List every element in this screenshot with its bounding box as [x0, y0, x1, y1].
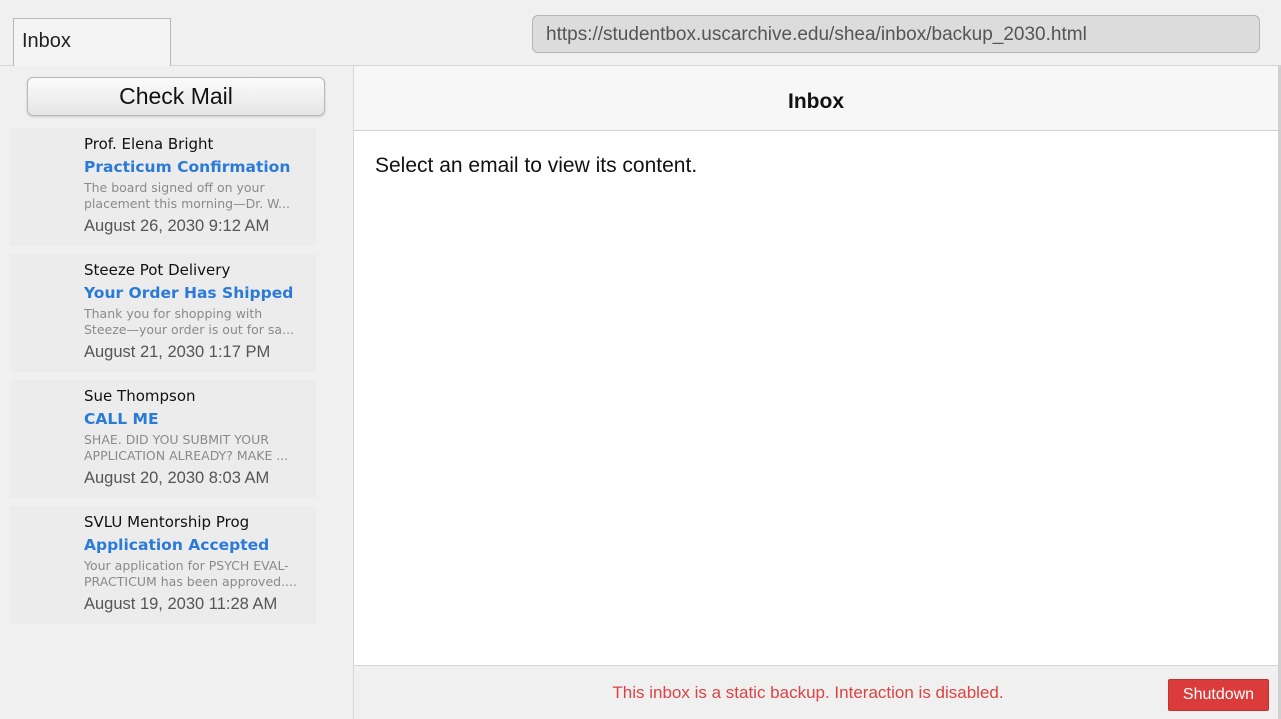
email-preview-line: placement this morning—Dr. W...: [84, 196, 290, 211]
email-preview-line: Thank you for shopping with: [84, 306, 263, 321]
email-date: August 21, 2030 1:17 PM: [84, 343, 271, 361]
sidebar: Check Mail Prof. Elena Bright Practicum …: [0, 66, 354, 719]
email-preview: Your application for PSYCH EVAL- PRACTIC…: [84, 558, 314, 590]
email-preview-line: Steeze—your order is out for sa...: [84, 322, 295, 337]
email-list-item[interactable]: Prof. Elena Bright Practicum Confirmatio…: [10, 128, 316, 246]
email-sender: SVLU Mentorship Prog: [84, 513, 250, 531]
tab-inbox[interactable]: Inbox: [13, 18, 171, 66]
email-list-item[interactable]: Steeze Pot Delivery Your Order Has Shipp…: [10, 254, 316, 372]
email-preview-line: APPLICATION ALREADY? MAKE ...: [84, 448, 289, 463]
status-footer: This inbox is a static backup. Interacti…: [354, 665, 1278, 719]
email-preview-line: PRACTICUM has been approved....: [84, 574, 297, 589]
email-date: August 20, 2030 8:03 AM: [84, 469, 270, 487]
email-subject: Practicum Confirmation: [84, 158, 291, 176]
email-list-item[interactable]: Sue Thompson CALL ME SHAE. DID YOU SUBMI…: [10, 380, 316, 498]
top-bar: Inbox https://studentbox.uscarchive.edu/…: [0, 0, 1281, 66]
email-subject: Your Order Has Shipped: [84, 284, 294, 302]
email-date: August 26, 2030 9:12 AM: [84, 217, 270, 235]
address-bar[interactable]: https://studentbox.uscarchive.edu/shea/i…: [532, 15, 1260, 53]
pane-title: Inbox: [354, 66, 1278, 131]
email-preview-line: Your application for PSYCH EVAL-: [84, 558, 289, 573]
email-preview: Thank you for shopping with Steeze—your …: [84, 306, 314, 338]
shutdown-button[interactable]: Shutdown: [1168, 679, 1269, 711]
email-date: August 19, 2030 11:28 AM: [84, 595, 278, 613]
static-backup-notice: This inbox is a static backup. Interacti…: [612, 683, 1004, 702]
email-preview-line: SHAE. DID YOU SUBMIT YOUR: [84, 432, 269, 447]
email-preview: The board signed off on your placement t…: [84, 180, 314, 212]
check-mail-button[interactable]: Check Mail: [27, 77, 325, 116]
email-sender: Steeze Pot Delivery: [84, 261, 231, 279]
message-pane: Inbox Select an email to view its conten…: [354, 66, 1281, 719]
email-preview-line: The board signed off on your: [84, 180, 265, 195]
email-preview: SHAE. DID YOU SUBMIT YOUR APPLICATION AL…: [84, 432, 314, 464]
email-list-item[interactable]: SVLU Mentorship Prog Application Accepte…: [10, 506, 316, 624]
empty-state-message: Select an email to view its content.: [375, 154, 698, 177]
email-sender: Sue Thompson: [84, 387, 196, 405]
email-sender: Prof. Elena Bright: [84, 135, 214, 153]
email-subject: CALL ME: [84, 410, 159, 428]
email-subject: Application Accepted: [84, 536, 270, 554]
